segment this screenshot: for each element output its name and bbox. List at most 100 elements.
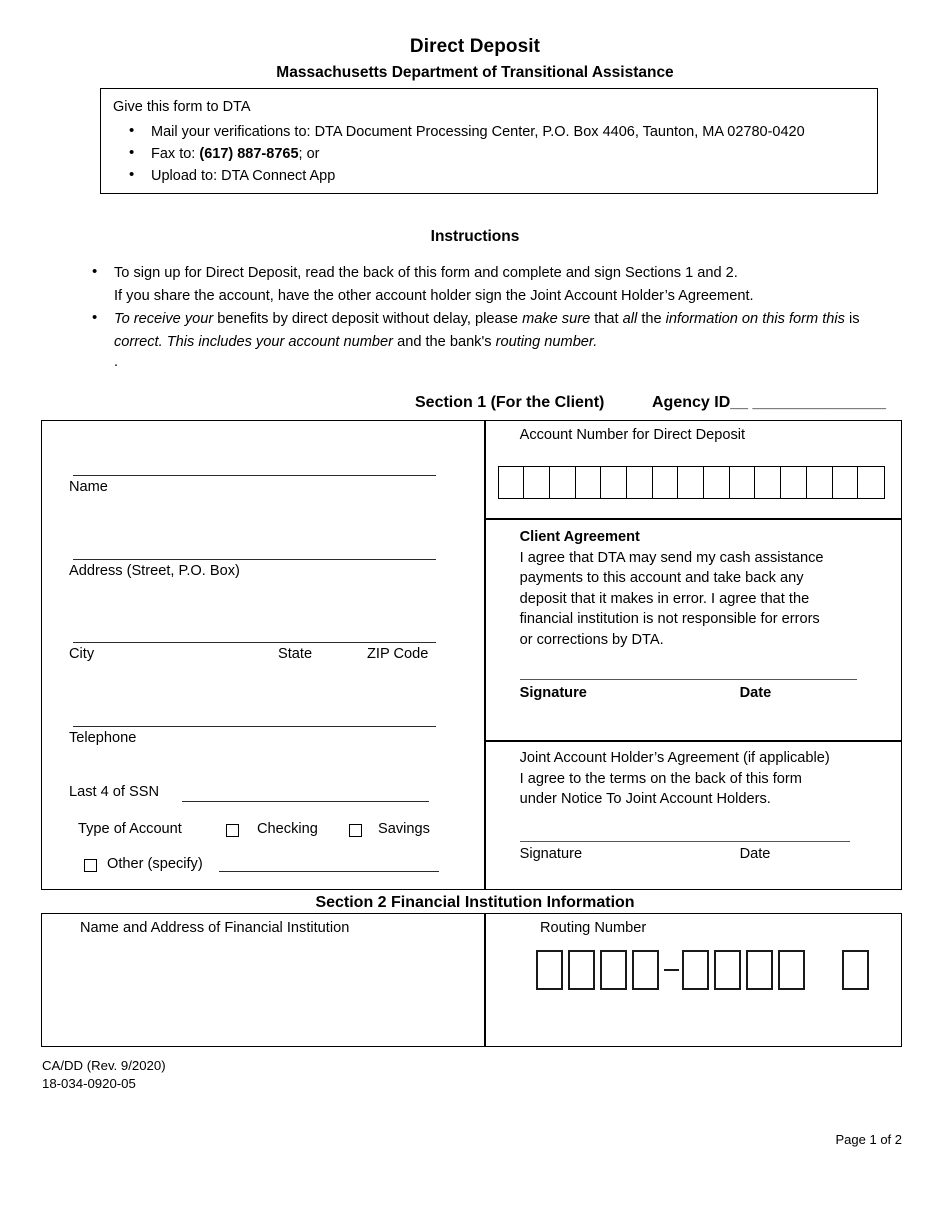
joint-agreement-divider: [485, 740, 902, 742]
trailing-period: .: [114, 354, 119, 370]
account-number-cell[interactable]: [601, 467, 628, 498]
emphasis-text: To receive your: [114, 311, 214, 327]
other-specify-input-line[interactable]: [219, 871, 439, 873]
savings-label: Savings: [378, 821, 430, 837]
emphasis-text: correct. This includes your account numb…: [114, 333, 394, 350]
account-number-cell[interactable]: [704, 467, 730, 498]
section-1-heading: Section 1 (For the Client): [415, 394, 605, 411]
client-date-label: Date: [739, 685, 772, 701]
client-agreement-divider: [485, 518, 902, 520]
account-number-cell[interactable]: [499, 467, 525, 498]
give-item-suffix: ; or: [298, 146, 320, 162]
checking-checkbox[interactable]: [226, 824, 239, 837]
document-page: Direct Deposit Massachusetts Department …: [0, 0, 950, 1230]
give-form-to-dta-box: Give this form to DTA Mail your verifica…: [100, 88, 878, 194]
emphasis-text: all: [622, 311, 638, 327]
account-type-label: Type of Account: [78, 821, 182, 837]
savings-checkbox[interactable]: [349, 824, 362, 837]
give-form-lead: Give this form to DTA: [113, 99, 251, 115]
plain-text: benefits by direct deposit without delay…: [213, 311, 523, 327]
give-form-list: Mail your verifications to: DTA Document…: [113, 120, 805, 187]
account-number-cell[interactable]: [833, 467, 859, 498]
plain-text: is: [844, 311, 860, 327]
state-label: State: [278, 646, 313, 662]
joint-signature-line[interactable]: [519, 841, 850, 843]
client-agreement-heading: Client Agreement: [519, 529, 640, 545]
account-number-cell[interactable]: [678, 467, 705, 498]
joint-signature-label: Signature: [519, 846, 583, 862]
section-2-box: Name and Address of Financial Institutio…: [41, 913, 902, 1047]
section-2-column-divider: [484, 914, 486, 1046]
client-agreement-block: Client Agreement I agree that DTA may se…: [520, 527, 890, 650]
client-signature-label: Signature: [519, 685, 587, 701]
list-item: Mail your verifications to: DTA Document…: [113, 120, 805, 143]
city-label: City: [69, 646, 95, 662]
routing-number-cell[interactable]: [682, 950, 709, 990]
account-number-cell[interactable]: [524, 467, 550, 498]
instructions-list: To sign up for Direct Deposit, read the …: [72, 261, 872, 354]
telephone-label: Telephone: [69, 730, 137, 746]
other-account-checkbox[interactable]: [84, 859, 97, 872]
name-input-line[interactable]: [73, 475, 436, 477]
plain-text: and the bank's: [393, 333, 496, 350]
give-item-text: Upload to: DTA Connect App: [151, 168, 336, 184]
name-label: Name: [69, 479, 108, 495]
agency-subtitle: Massachusetts Department of Transitional…: [276, 64, 674, 81]
routing-number-cell[interactable]: [568, 950, 595, 990]
routing-number-cell[interactable]: [714, 950, 741, 990]
routing-number-separator-dash: [664, 968, 679, 972]
section-2-heading: Section 2 Financial Institution Informat…: [315, 894, 635, 911]
agency-id-field[interactable]: Agency ID__ _______________: [652, 394, 886, 412]
zip-code-label: ZIP Code: [367, 646, 429, 662]
joint-agreement-body: I agree to the terms on the back of this…: [519, 770, 802, 808]
routing-number-cell[interactable]: [746, 950, 773, 990]
city-state-zip-input-line[interactable]: [73, 642, 436, 644]
plain-text: the: [637, 311, 666, 327]
list-item: To receive your benefits by direct depos…: [72, 307, 872, 353]
routing-number-cell[interactable]: [632, 950, 659, 990]
account-number-cell[interactable]: [627, 467, 653, 498]
telephone-input-line[interactable]: [73, 726, 436, 728]
client-signature-line[interactable]: [519, 679, 857, 681]
routing-number-cell[interactable]: [778, 950, 805, 990]
section-1-client-column: Name Address (Street, P.O. Box) City Sta…: [42, 421, 484, 889]
account-number-cell[interactable]: [576, 467, 602, 498]
account-number-input[interactable]: [497, 466, 885, 499]
page-number: Page 1 of 2: [835, 1132, 903, 1147]
client-agreement-body: I agree that DTA may send my cash assist…: [519, 549, 824, 648]
account-number-cell[interactable]: [550, 467, 576, 498]
account-number-cell[interactable]: [653, 467, 679, 498]
account-number-cell[interactable]: [730, 467, 756, 498]
account-number-cell[interactable]: [858, 467, 884, 498]
ssn-input-line[interactable]: [182, 801, 429, 803]
account-number-cell[interactable]: [755, 467, 782, 498]
list-item: To sign up for Direct Deposit, read the …: [72, 261, 872, 307]
list-item: Fax to: (617) 887-8765; or: [113, 142, 805, 165]
address-input-line[interactable]: [73, 559, 436, 561]
joint-date-label: Date: [739, 846, 771, 862]
account-number-cell[interactable]: [807, 467, 833, 498]
routing-number-cell[interactable]: [600, 950, 627, 990]
instruction-line-3: To receive your benefits by direct depos…: [114, 311, 860, 350]
account-number-label: Account Number for Direct Deposit: [519, 427, 746, 443]
form-number: 18-034-0920-05: [42, 1075, 136, 1091]
address-label: Address (Street, P.O. Box): [69, 563, 240, 579]
instructions-heading: Instructions: [430, 228, 520, 245]
fax-number: (617) 887-8765: [199, 146, 299, 162]
emphasis-text: make sure: [522, 311, 591, 327]
routing-number-cell[interactable]: [536, 950, 563, 990]
give-item-text: Fax to:: [151, 146, 200, 162]
joint-agreement-heading: Joint Account Holder’s Agreement (if app…: [519, 750, 830, 766]
emphasis-text: information on this form this: [665, 311, 845, 327]
plain-text: that: [590, 311, 623, 327]
routing-number-cell[interactable]: [842, 950, 869, 990]
checking-label: Checking: [257, 821, 318, 837]
give-item-text: Mail your verifications to: DTA Document…: [151, 124, 805, 140]
form-code: CA/DD (Rev. 9/2020): [42, 1058, 166, 1073]
joint-agreement-block: Joint Account Holder’s Agreement (if app…: [520, 748, 890, 810]
routing-number-input[interactable]: [536, 950, 874, 990]
account-number-cell[interactable]: [781, 467, 807, 498]
routing-number-label: Routing Number: [540, 920, 647, 936]
page-title: Direct Deposit: [409, 36, 541, 57]
list-item: Upload to: DTA Connect App: [113, 164, 805, 187]
